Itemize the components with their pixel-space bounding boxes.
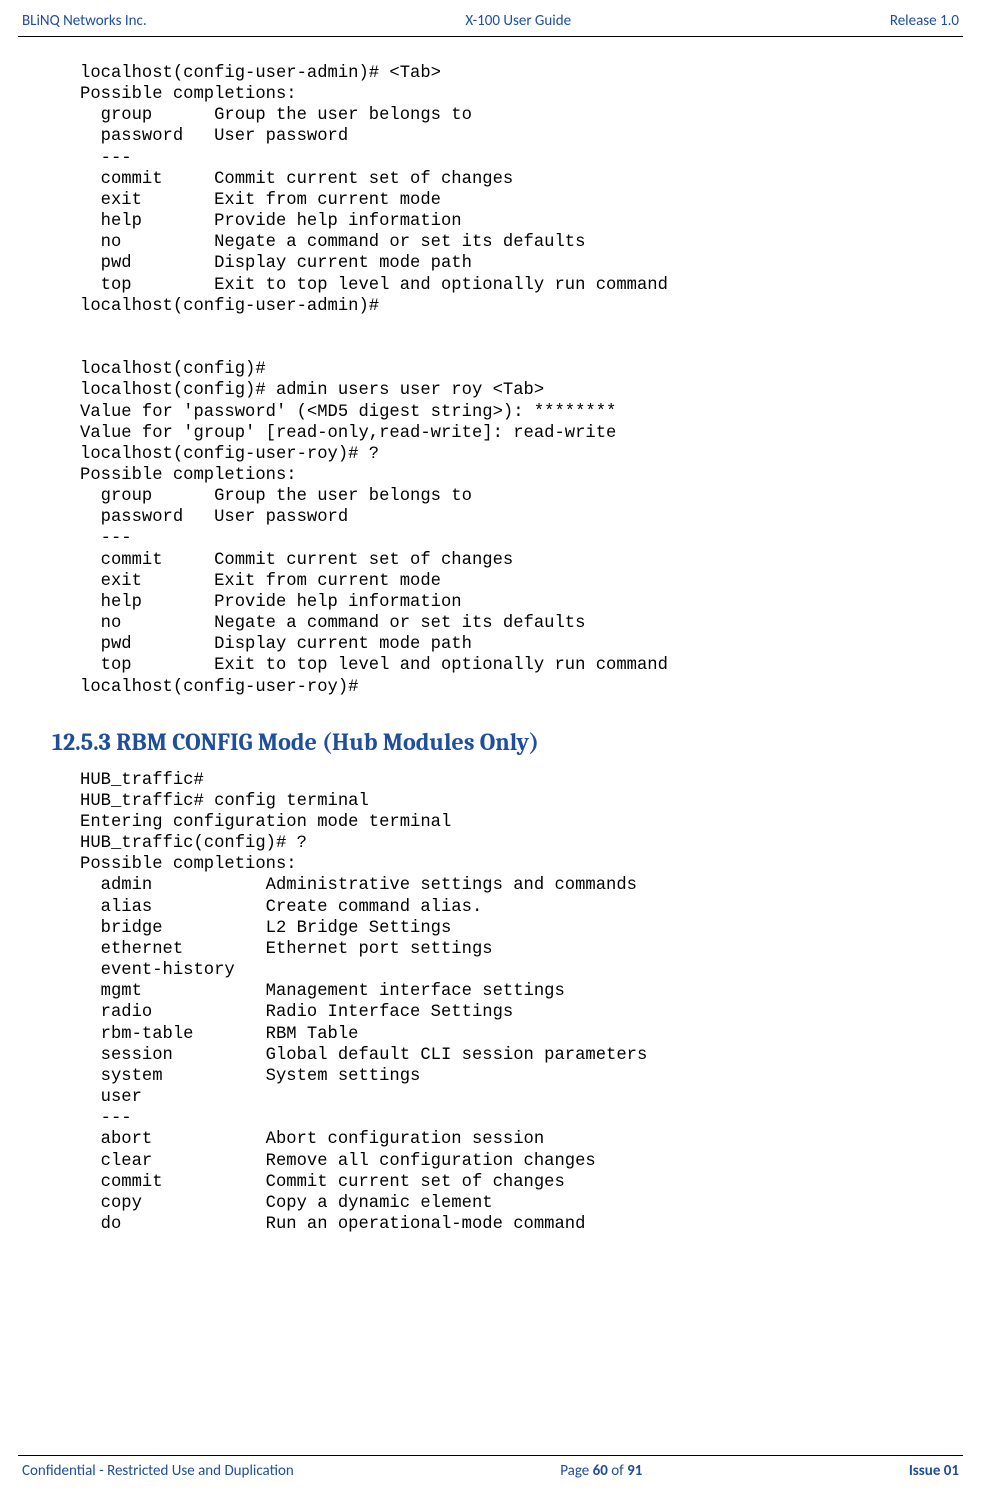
footer-right: Issue 01	[909, 1462, 959, 1480]
header-center: X-100 User Guide	[465, 12, 571, 30]
footer-center: Page 60 of 91	[560, 1462, 642, 1480]
page-footer: Confidential - Restricted Use and Duplic…	[18, 1455, 963, 1486]
code-block-1: localhost(config-user-admin)# <Tab> Poss…	[80, 63, 915, 698]
section-heading: 12.5.3 RBM CONFIG Mode (Hub Modules Only…	[52, 728, 915, 756]
footer-left: Confidential - Restricted Use and Duplic…	[22, 1462, 294, 1480]
page-header: BLiNQ Networks Inc. X-100 User Guide Rel…	[18, 12, 963, 37]
code-block-2: HUB_traffic# HUB_traffic# config termina…	[80, 770, 915, 1235]
header-right: Release 1.0	[890, 12, 959, 30]
page-content: localhost(config-user-admin)# <Tab> Poss…	[18, 37, 963, 1235]
header-left: BLiNQ Networks Inc.	[22, 12, 147, 30]
page: BLiNQ Networks Inc. X-100 User Guide Rel…	[0, 0, 981, 1496]
